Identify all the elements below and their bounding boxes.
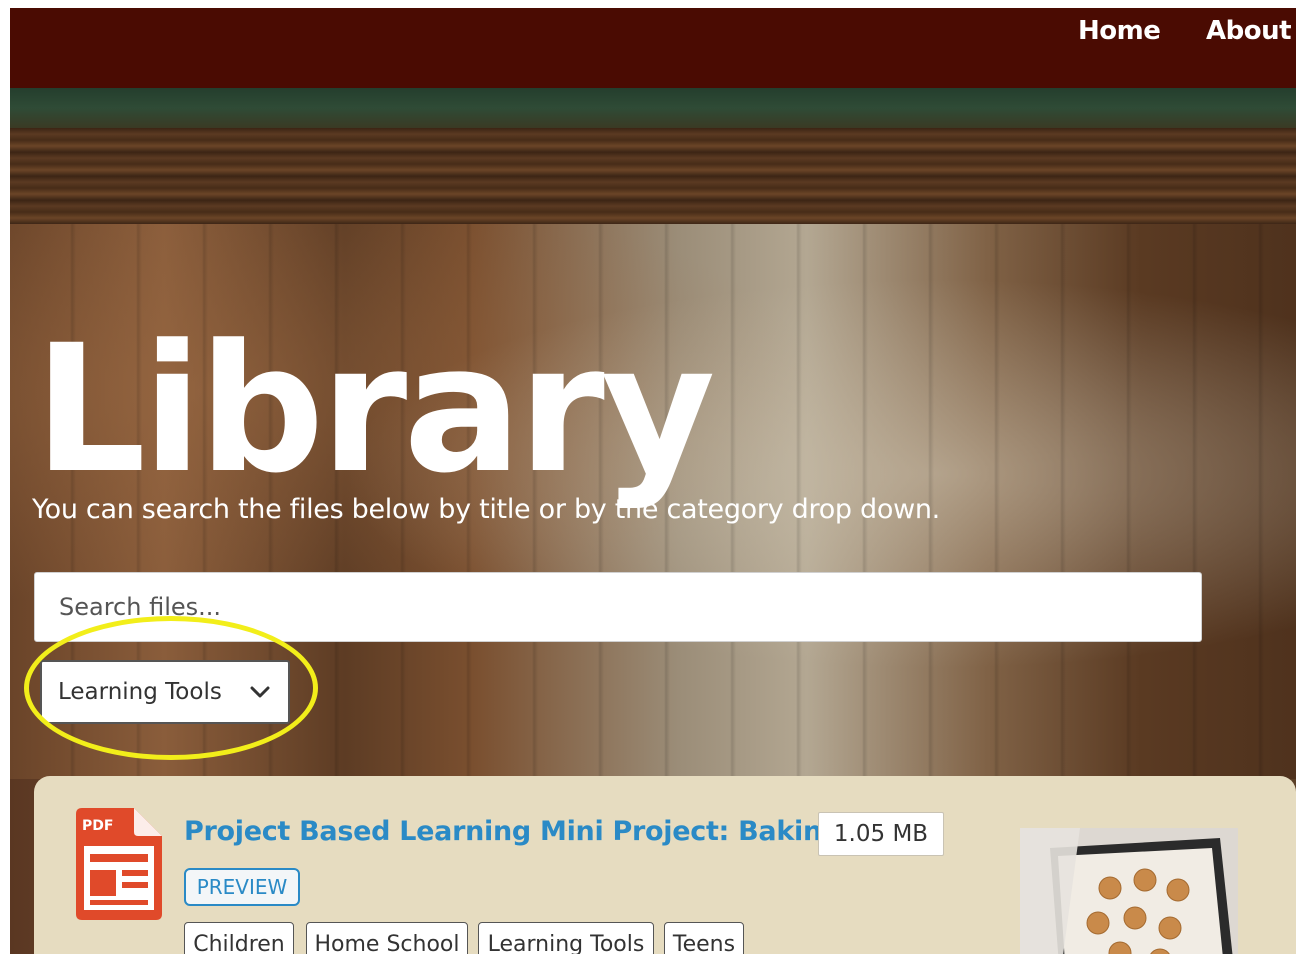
tag-learning-tools[interactable]: Learning Tools: [478, 922, 654, 954]
nav-about-link[interactable]: About: [1206, 16, 1292, 46]
hero-background-strip: [10, 88, 1296, 128]
tag-children[interactable]: Children: [184, 922, 294, 954]
category-selected-value: Learning Tools: [58, 679, 222, 705]
page-title: Library: [34, 307, 716, 512]
page: Home About Library You can search the fi…: [10, 8, 1296, 954]
file-card: PDF Project Based Learning Mini Project:…: [34, 776, 1296, 954]
page-subtitle: You can search the files below by title …: [32, 494, 940, 525]
category-dropdown[interactable]: Learning Tools: [40, 660, 290, 724]
nav-home-link[interactable]: Home: [1078, 16, 1161, 46]
pdf-icon-label: PDF: [82, 818, 113, 834]
search-input[interactable]: [34, 572, 1202, 642]
top-navbar: Home About: [10, 8, 1296, 88]
hero-wood-shelf: [10, 128, 1296, 224]
preview-button[interactable]: PREVIEW: [184, 868, 300, 906]
tag-teens[interactable]: Teens: [664, 922, 744, 954]
file-title-link[interactable]: Project Based Learning Mini Project: Bak…: [184, 816, 841, 847]
file-thumbnail[interactable]: [1020, 828, 1238, 954]
chevron-down-icon: [250, 686, 270, 698]
pdf-icon: PDF: [76, 808, 162, 920]
file-size-badge: 1.05 MB: [818, 812, 944, 856]
baking-cookies-image: [1020, 828, 1238, 954]
tag-home-school[interactable]: Home School: [306, 922, 468, 954]
